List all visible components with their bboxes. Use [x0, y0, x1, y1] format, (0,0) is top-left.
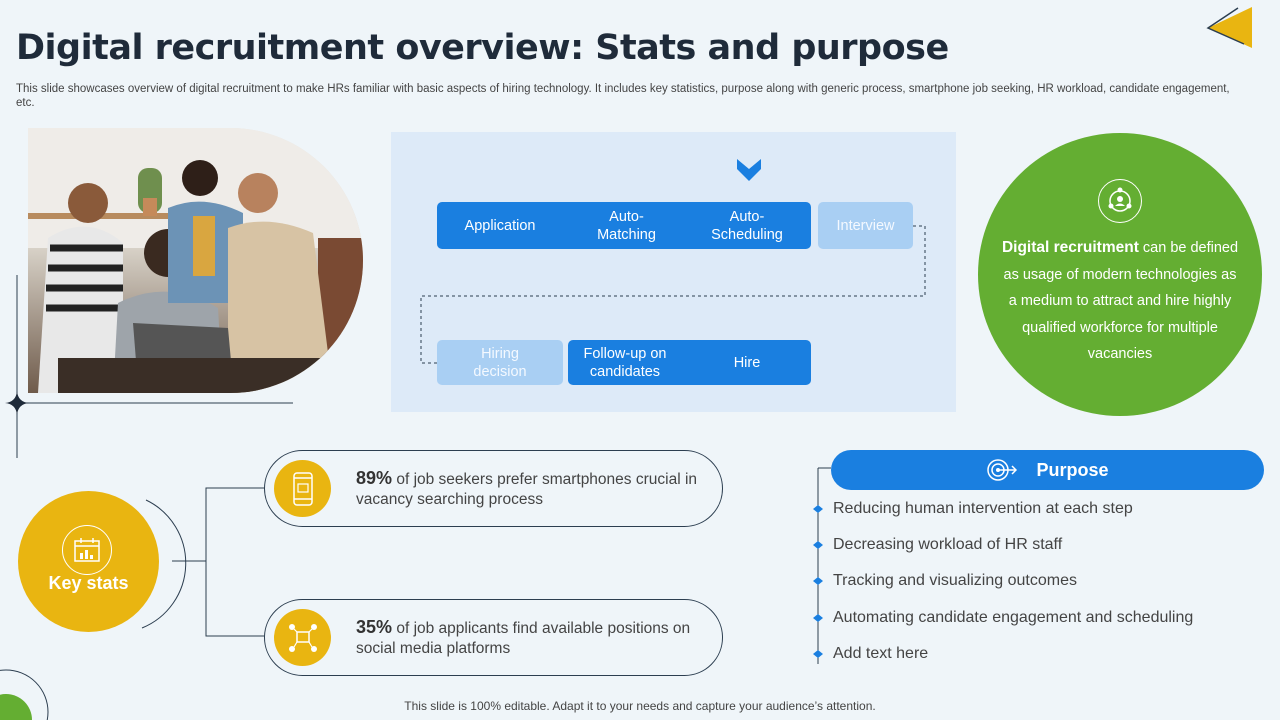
network-people-icon	[1098, 179, 1142, 223]
target-icon	[986, 458, 1018, 482]
step-interview: Interview	[818, 202, 913, 249]
smartphone-icon	[274, 460, 331, 517]
slide-title: Digital recruitment overview: Stats and …	[16, 28, 949, 68]
step-auto-scheduling: Auto-Scheduling	[711, 208, 783, 243]
process-flow-panel: Application Auto-Matching Auto-Schedulin…	[391, 132, 956, 412]
stat-percent: 35%	[356, 617, 393, 637]
social-network-icon	[274, 609, 331, 666]
slide-subtitle: This slide showcases overview of digital…	[16, 83, 1230, 109]
list-item: Add text here	[833, 645, 929, 662]
step-auto-matching: Auto-Matching	[597, 208, 656, 243]
step-hiring-decision: Hiring decision	[437, 340, 563, 385]
stat-description: of job seekers prefer smartphones crucia…	[356, 471, 698, 508]
purpose-bullets	[813, 505, 823, 658]
purpose-header: Purpose	[831, 450, 1264, 490]
definition-circle: Digital recruitment can be defined as us…	[978, 133, 1262, 416]
stat-percent: 89%	[356, 468, 393, 488]
stat-pill-social-media: 35% of job applicants find available pos…	[264, 599, 723, 676]
purpose-title: Purpose	[1036, 459, 1109, 480]
key-stats-circle: Key stats	[18, 491, 159, 632]
definition-body: can be defined as usage of modern techno…	[1003, 240, 1239, 362]
corner-triangle-logo	[1206, 7, 1252, 48]
stat-text-smartphones: 89% of job seekers prefer smartphones cr…	[356, 468, 706, 510]
stat-description: of job applicants find available positio…	[356, 620, 691, 657]
definition-bold: Digital recruitment	[1001, 239, 1139, 256]
list-item: Reducing human intervention at each step	[833, 500, 1133, 517]
calendar-chart-icon	[62, 525, 112, 575]
list-item: Decreasing workload of HR staff	[833, 536, 1063, 553]
list-item: Tracking and visualizing outcomes	[833, 572, 1077, 589]
key-stats-label: Key stats	[48, 573, 129, 593]
footer-note: This slide is 100% editable. Adapt it to…	[404, 699, 876, 713]
step-hire: Hire	[733, 354, 761, 371]
stat-pill-smartphones: 89% of job seekers prefer smartphones cr…	[264, 450, 723, 527]
list-item: Automating candidate engagement and sche…	[833, 609, 1194, 626]
definition-text: Digital recruitment can be defined as us…	[998, 235, 1242, 368]
team-photo	[28, 128, 363, 393]
step-application: Application	[464, 217, 536, 234]
step-follow-up: Follow-up on candidates	[583, 345, 667, 380]
stat-text-social-media: 35% of job applicants find available pos…	[356, 617, 706, 659]
